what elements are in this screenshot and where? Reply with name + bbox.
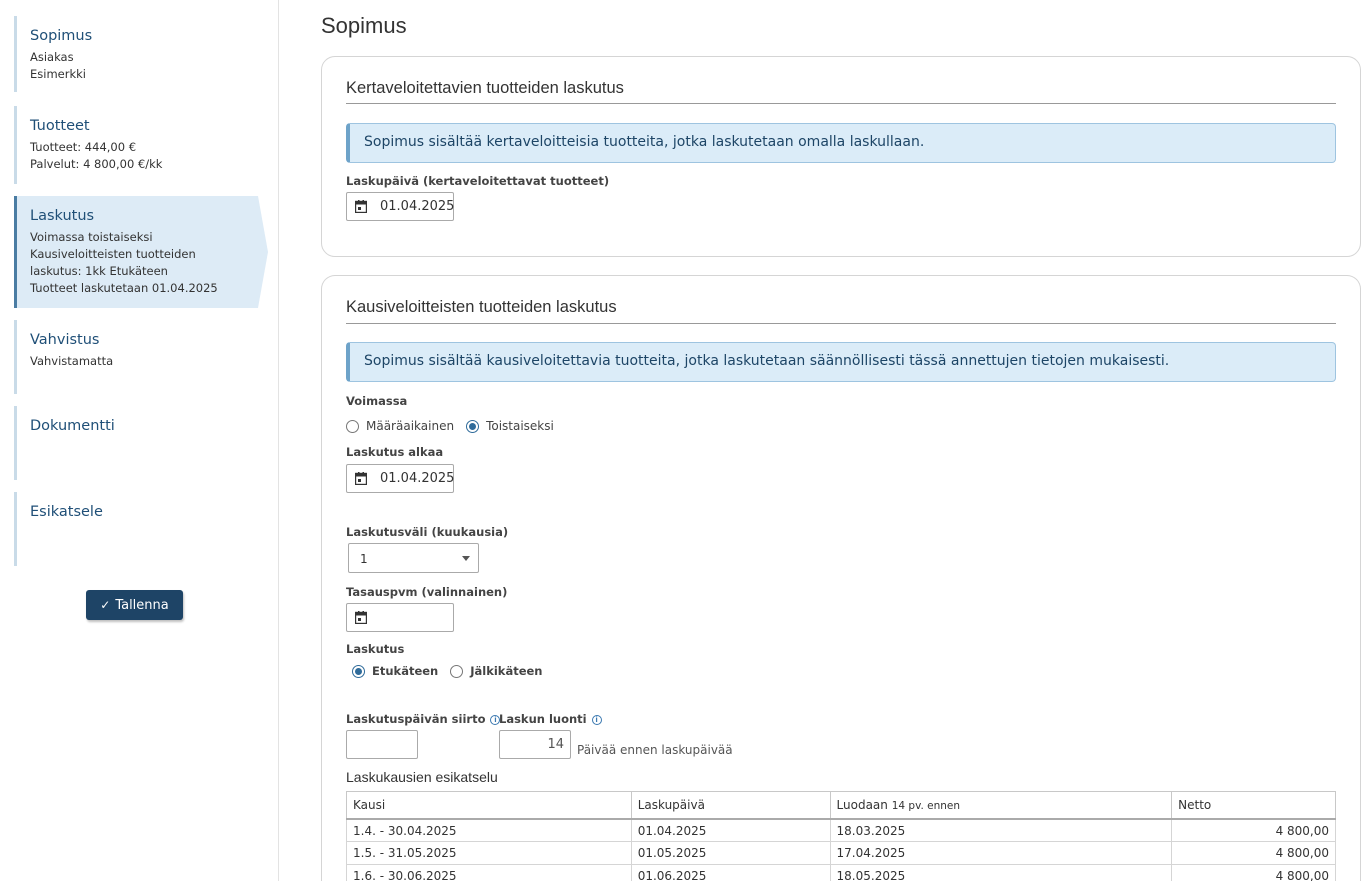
shift-input[interactable]: [346, 730, 418, 759]
radio-in-advance[interactable]: [352, 664, 365, 678]
billing-label: Laskutus: [346, 642, 405, 656]
step-vahvistus[interactable]: Vahvistus Vahvistamatta: [14, 320, 258, 394]
calendar-icon: [355, 611, 367, 624]
table-header-row: Kausi Laskupäivä Luodaan 14 pv. ennen Ne…: [346, 791, 1336, 820]
cell-period: 1.6. - 30.06.2025: [346, 864, 632, 881]
wizard-sidebar: Sopimus Asiakas Esimerkki Tuotteet Tuott…: [0, 0, 279, 881]
interval-label: Laskutusväli (kuukausia): [346, 525, 509, 539]
invoice-date-input[interactable]: 01.04.2025: [346, 192, 454, 221]
validity-radio-group: Määräaikainen Toistaiseksi: [346, 419, 566, 433]
cell-invoice-date: 01.06.2025: [630, 864, 831, 881]
check-icon: ✓: [100, 598, 111, 612]
column-header-note: 14 pv. ennen: [891, 800, 961, 812]
table-row: 1.6. - 30.06.2025 01.06.2025 18.05.2025 …: [346, 864, 1336, 881]
save-button[interactable]: ✓ Tallenna: [86, 590, 183, 620]
cell-period: 1.5. - 31.05.2025: [346, 841, 632, 865]
creation-hint: Päivää ennen laskupäivää: [577, 743, 733, 757]
column-header: Netto: [1171, 791, 1336, 820]
step-detail: laskutus: 1kk Etukäteen: [30, 264, 168, 278]
column-header: Laskupäivä: [630, 791, 831, 820]
cell-created: 18.03.2025: [829, 818, 1173, 842]
step-title: Tuotteet: [30, 118, 90, 134]
invoice-date-label: Laskupäivä (kertaveloitettavat tuotteet): [346, 174, 610, 188]
one-time-billing-card: Kertaveloitettavien tuotteiden laskutus …: [321, 56, 1361, 257]
calendar-icon: [355, 200, 367, 213]
info-icon[interactable]: i: [591, 715, 602, 725]
table-row: 1.5. - 31.05.2025 01.05.2025 17.04.2025 …: [346, 841, 1336, 865]
step-detail: Esimerkki: [30, 67, 86, 81]
radio-in-arrears[interactable]: [450, 664, 464, 678]
radio-label: Jälkikäteen: [470, 664, 543, 678]
radio-label: Etukäteen: [372, 664, 439, 678]
step-esikatsele[interactable]: Esikatsele: [14, 492, 258, 566]
cell-invoice-date: 01.05.2025: [630, 841, 831, 865]
start-date-input[interactable]: 01.04.2025: [346, 464, 454, 493]
radio-label: Määräaikainen: [366, 419, 455, 433]
column-header: Luodaan 14 pv. ennen: [829, 791, 1173, 820]
divider: [346, 323, 1336, 324]
info-banner: Sopimus sisältää kausiveloitettavia tuot…: [346, 342, 1336, 382]
cell-created: 18.05.2025: [829, 864, 1173, 881]
shift-label-text: Laskutuspäivän siirto: [346, 712, 486, 726]
validity-label: Voimassa: [346, 394, 408, 408]
column-header: Kausi: [346, 791, 632, 820]
period-preview-table: Kausi Laskupäivä Luodaan 14 pv. ennen Ne…: [346, 791, 1336, 881]
calendar-icon: [355, 472, 367, 485]
step-detail: Vahvistamatta: [30, 354, 114, 368]
creation-days-input[interactable]: 14: [499, 730, 571, 759]
creation-label-text: Laskun luonti: [499, 712, 587, 726]
cell-invoice-date: 01.04.2025: [630, 818, 831, 842]
cell-created: 17.04.2025: [829, 841, 1173, 865]
page-title: Sopimus: [321, 13, 407, 38]
step-detail: Tuotteet: 444,00 €: [30, 140, 137, 154]
alignment-label: Tasauspvm (valinnainen): [346, 585, 508, 599]
shift-label: Laskutuspäivän siirto i: [346, 712, 501, 726]
step-detail: Tuotteet laskutetaan 01.04.2025: [30, 281, 218, 295]
step-detail: Asiakas: [30, 50, 74, 64]
interval-value: 1: [360, 552, 368, 566]
step-tuotteet[interactable]: Tuotteet Tuotteet: 444,00 € Palvelut: 4 …: [14, 106, 258, 184]
step-title: Vahvistus: [30, 332, 100, 348]
step-title: Esikatsele: [30, 504, 103, 520]
step-detail: Voimassa toistaiseksi: [30, 230, 153, 244]
caret-down-icon: [462, 556, 470, 561]
cell-period: 1.4. - 30.04.2025: [346, 818, 632, 842]
preview-title: Laskukausien esikatselu: [346, 769, 498, 785]
alignment-date-input[interactable]: [346, 603, 454, 632]
cell-net: 4 800,00: [1171, 864, 1336, 881]
creation-label: Laskun luonti i: [499, 712, 602, 726]
radio-until-further[interactable]: [466, 419, 480, 433]
cell-net: 4 800,00: [1171, 818, 1336, 842]
info-banner: Sopimus sisältää kertaveloitteisia tuott…: [346, 123, 1336, 163]
start-label: Laskutus alkaa: [346, 445, 444, 459]
card-title: Kertaveloitettavien tuotteiden laskutus: [346, 79, 624, 97]
step-title: Laskutus: [30, 208, 95, 224]
step-detail: Kausiveloitteisten tuotteiden: [30, 247, 196, 261]
radio-label: Toistaiseksi: [486, 419, 554, 433]
table-row: 1.4. - 30.04.2025 01.04.2025 18.03.2025 …: [346, 818, 1336, 842]
step-dokumentti[interactable]: Dokumentti: [14, 406, 258, 480]
cell-net: 4 800,00: [1171, 841, 1336, 865]
step-laskutus[interactable]: Laskutus Voimassa toistaiseksi Kausivelo…: [14, 196, 268, 308]
interval-select[interactable]: 1: [348, 543, 479, 573]
step-title: Sopimus: [30, 28, 93, 44]
billing-radio-group: Etukäteen Jälkikäteen: [352, 664, 555, 678]
step-title: Dokumentti: [30, 418, 115, 434]
divider: [346, 103, 1336, 104]
start-date-value: 01.04.2025: [380, 471, 455, 486]
step-sopimus[interactable]: Sopimus Asiakas Esimerkki: [14, 16, 258, 92]
step-detail: Palvelut: 4 800,00 €/kk: [30, 157, 163, 171]
invoice-date-value: 01.04.2025: [380, 199, 455, 214]
column-header-text: Luodaan: [836, 798, 888, 812]
card-title: Kausiveloitteisten tuotteiden laskutus: [346, 298, 617, 316]
save-button-label: Tallenna: [115, 597, 169, 613]
radio-fixed-term[interactable]: [346, 419, 359, 433]
